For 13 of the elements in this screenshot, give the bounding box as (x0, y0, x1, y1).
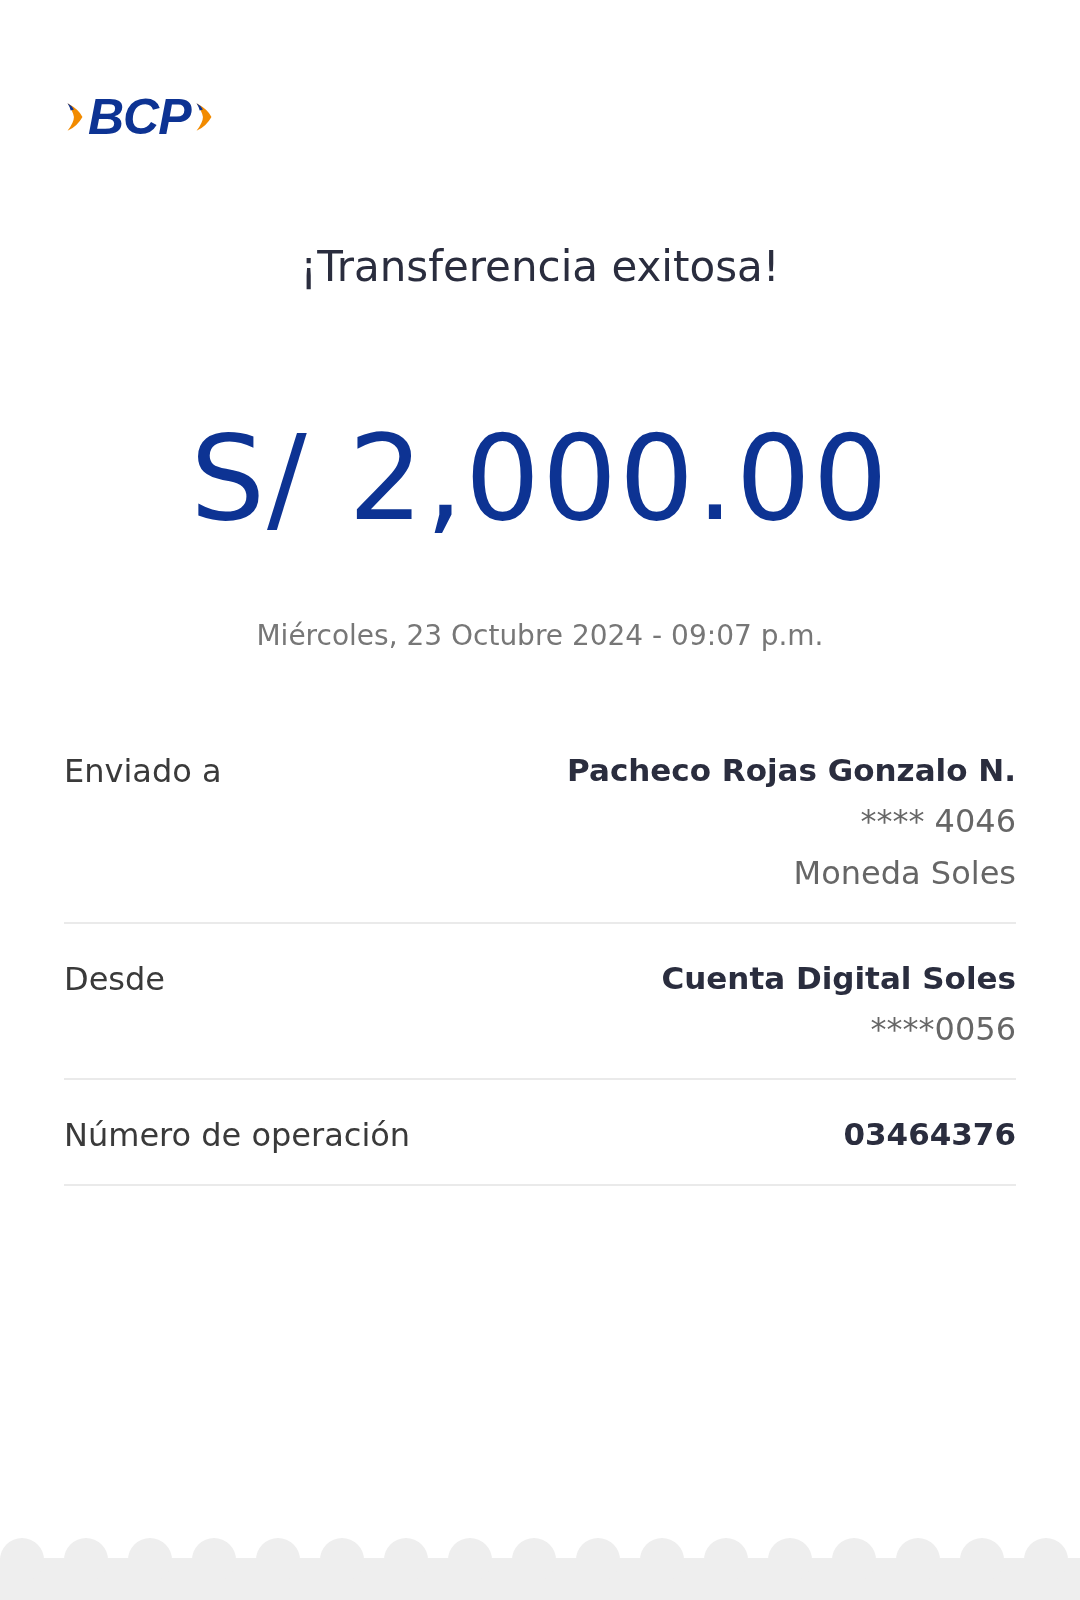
detail-label: Desde (64, 960, 165, 1000)
detail-value: ****0056 (870, 1010, 1016, 1048)
success-title: ¡Transferencia exitosa! (299, 242, 781, 291)
detail-label: Enviado a (64, 752, 222, 792)
detail-value: Cuenta Digital Soles (661, 960, 1016, 996)
detail-value: Pacheco Rojas Gonzalo N. (567, 752, 1016, 788)
bcp-logo: BCP (64, 88, 215, 146)
detail-value: Moneda Soles (793, 854, 1016, 892)
transfer-datetime: Miércoles, 23 Octubre 2024 - 09:07 p.m. (255, 619, 825, 652)
detail-value: 03464376 (843, 1116, 1016, 1152)
detail-label: Número de operación (64, 1116, 411, 1154)
detail-value: **** 4046 (860, 802, 1016, 840)
transfer-amount: S/ 2,000.00 (189, 409, 891, 547)
